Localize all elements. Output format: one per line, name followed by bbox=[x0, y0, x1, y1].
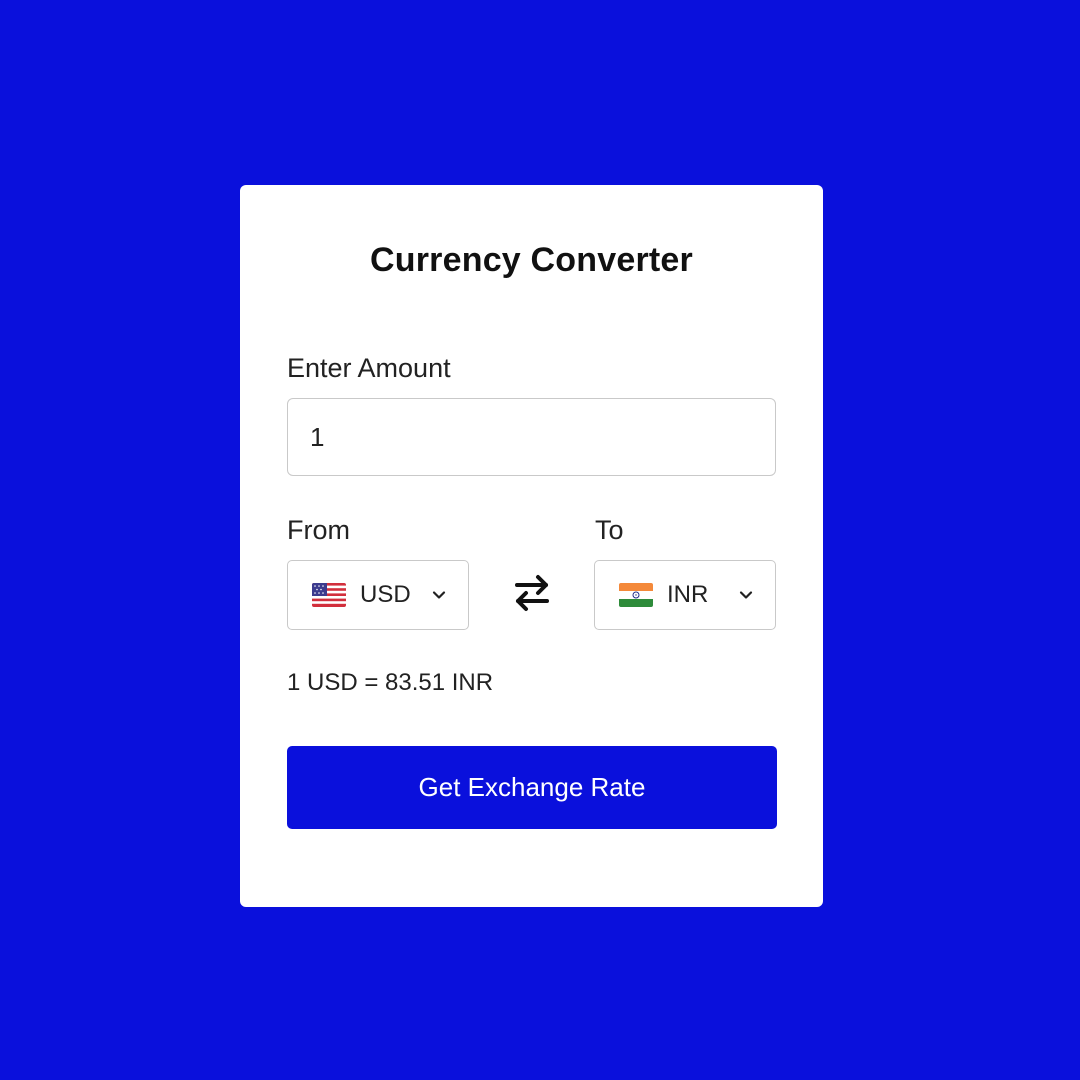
from-label: From bbox=[287, 515, 350, 545]
india-flag-icon bbox=[619, 583, 653, 607]
converter-card: Currency Converter Enter Amount From To bbox=[240, 185, 823, 907]
swap-arrows-icon[interactable] bbox=[512, 573, 552, 613]
amount-label: Enter Amount bbox=[287, 353, 451, 383]
us-flag-icon bbox=[312, 583, 346, 607]
to-currency-code: INR bbox=[667, 581, 709, 608]
from-currency-code: USD bbox=[360, 581, 411, 608]
page-title: Currency Converter bbox=[370, 241, 693, 279]
chevron-down-icon bbox=[739, 591, 753, 599]
exchange-rate-text: 1 USD = 83.51 INR bbox=[287, 669, 494, 696]
to-label: To bbox=[595, 515, 624, 545]
chevron-down-icon bbox=[432, 591, 446, 599]
to-currency-select[interactable]: INR bbox=[594, 560, 776, 630]
from-currency-select[interactable]: USD bbox=[287, 560, 469, 630]
amount-input[interactable] bbox=[287, 398, 776, 476]
get-exchange-rate-button[interactable]: Get Exchange Rate bbox=[287, 746, 777, 829]
